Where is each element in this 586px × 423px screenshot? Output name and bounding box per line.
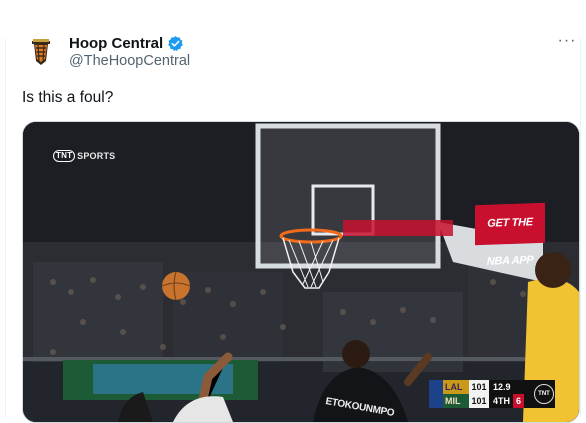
ad-board: GET THE NBA APP <box>475 202 545 268</box>
network-logo: TNT <box>533 380 555 408</box>
right-divider <box>580 38 581 417</box>
scorebug: LAL 101 MIL 101 12.9 4TH 6 TNT <box>429 380 555 408</box>
shot-clock: 6 <box>513 394 525 408</box>
left-divider <box>5 38 6 417</box>
tweet-media-video[interactable]: TNT SPORTS GET THE NBA APP ETOKOUNMPO LA… <box>22 121 580 423</box>
quarter: 4TH <box>493 396 511 406</box>
team-score: 101 <box>469 394 489 408</box>
scorebug-team-row: MIL 101 <box>443 394 489 408</box>
more-options-icon[interactable]: ··· <box>557 33 577 49</box>
hoop-central-logo-icon <box>32 39 50 65</box>
tweet-text: Is this a foul? <box>22 89 114 106</box>
network-logo-text: TNT <box>534 384 554 404</box>
display-name[interactable]: Hoop Central <box>69 35 163 52</box>
watermark-brand: TNT <box>53 150 76 162</box>
clock-time: 12.9 <box>493 382 511 392</box>
verified-badge-icon <box>168 35 183 51</box>
author-name-row[interactable]: Hoop Central <box>69 33 184 53</box>
top-spacer <box>0 0 586 18</box>
nba-logo-icon <box>429 380 443 408</box>
author-handle[interactable]: @TheHoopCentral <box>69 53 190 69</box>
game-clock: 12.9 4TH 6 <box>489 380 533 408</box>
avatar[interactable] <box>24 34 58 68</box>
clock-quarter-row: 4TH 6 <box>493 394 533 408</box>
scorebug-teams: LAL 101 MIL 101 <box>443 380 489 408</box>
team-abbr: LAL <box>443 380 469 394</box>
watermark-text: SPORTS <box>77 151 116 161</box>
tweet-card[interactable]: Hoop Central @TheHoopCentral ··· Is this… <box>0 0 586 423</box>
team-abbr: MIL <box>443 394 469 408</box>
scorebug-team-row: LAL 101 <box>443 380 489 394</box>
team-score: 101 <box>469 380 489 394</box>
tnt-sports-watermark: TNT SPORTS <box>53 150 115 162</box>
